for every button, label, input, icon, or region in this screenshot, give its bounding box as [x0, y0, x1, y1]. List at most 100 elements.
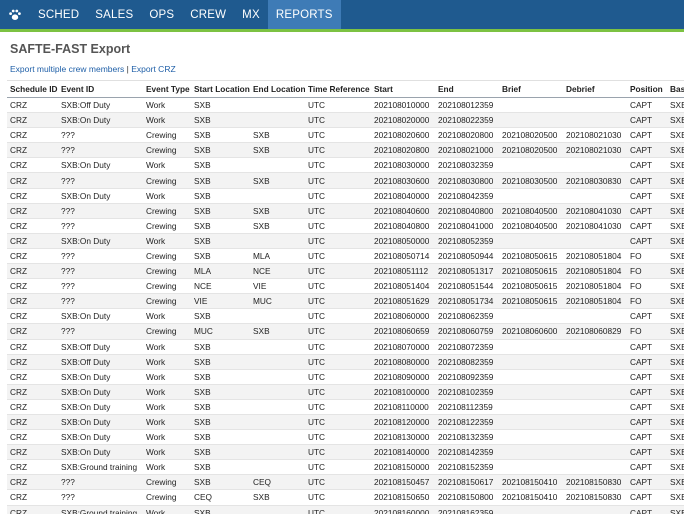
- column-header[interactable]: Time Reference: [305, 80, 371, 98]
- table-cell: SXB: [191, 504, 250, 514]
- table-row: CRZ SXB:On Duty Work SXB UTC 202108120000 2021…: [7, 413, 684, 430]
- table-body: CRZ SXB:Off Duty Work SXB UTC 202108010000 202…: [7, 96, 684, 514]
- table-cell: 202108051734: [435, 293, 499, 309]
- table-cell: Crewing: [143, 278, 191, 294]
- column-header[interactable]: Schedule ID: [7, 80, 58, 98]
- table-cell: SXB:Off Duty: [58, 96, 143, 113]
- table-cell: SXB:On Duty: [58, 383, 143, 400]
- column-header[interactable]: Event ID: [58, 80, 143, 98]
- table-cell: [250, 96, 305, 113]
- table-cell: 202108032359: [435, 157, 499, 173]
- table-cell: 202108132359: [435, 429, 499, 445]
- table-cell: UTC: [305, 444, 371, 460]
- column-header[interactable]: End: [435, 80, 499, 98]
- table-cell: Work: [143, 232, 191, 249]
- export-table-container[interactable]: Schedule ID Event ID Event Type Start Locat…: [7, 80, 684, 514]
- nav-mx[interactable]: MX: [234, 0, 268, 29]
- nav-reports[interactable]: REPORTS: [267, 0, 341, 29]
- nav-sched[interactable]: SCHED: [30, 0, 87, 29]
- table-cell: SXB: [667, 504, 684, 514]
- table-cell: ???: [58, 323, 143, 339]
- table-cell: 202108021030: [563, 142, 627, 158]
- table-cell: Crewing: [143, 489, 191, 506]
- table-cell: SXB: [191, 308, 250, 324]
- table-cell: [499, 157, 563, 173]
- table-cell: CRZ: [7, 202, 58, 219]
- export-multiple-link[interactable]: Export multiple crew members: [10, 64, 124, 74]
- export-table: Schedule ID Event ID Event Type Start Locat…: [7, 80, 684, 514]
- table-cell: [563, 232, 627, 249]
- table-cell: [250, 368, 305, 385]
- table-cell: 202108060600: [499, 323, 563, 339]
- table-cell: CAPT: [627, 398, 667, 415]
- table-cell: CAPT: [627, 444, 667, 460]
- table-row: CRZ??? Crewing SXB MLA UTC 202108050714 202108…: [7, 247, 684, 264]
- table-cell: ???: [58, 217, 143, 234]
- column-header[interactable]: Start Location: [191, 80, 250, 98]
- table-cell: UTC: [305, 429, 371, 445]
- table-cell: SXB: [667, 172, 684, 189]
- table-cell: [563, 383, 627, 400]
- table-cell: CAPT: [627, 429, 667, 445]
- table-cell: 202108120000: [371, 413, 435, 430]
- column-header[interactable]: End Location: [250, 80, 305, 98]
- export-crz-link[interactable]: Export CRZ: [131, 64, 175, 74]
- table-row: CRZ SXB:On Duty Work SXB UTC 202108130000 2021…: [7, 429, 684, 445]
- table-cell: SXB: [191, 96, 250, 113]
- table-cell: NCE: [250, 263, 305, 279]
- paw-icon[interactable]: [0, 0, 30, 29]
- table-cell: 202108062359: [435, 308, 499, 324]
- table-cell: UTC: [305, 157, 371, 173]
- table-cell: Crewing: [143, 263, 191, 279]
- table-cell: SXB: [191, 444, 250, 460]
- table-row: CRZ??? Crewing NCE VIE UTC 202108051404 202108…: [7, 278, 684, 294]
- table-row: CRZ SXB:On Duty Work SXB UTC 202108140000 2021…: [7, 444, 684, 460]
- table-cell: CRZ: [7, 232, 58, 249]
- table-cell: 202108051544: [435, 278, 499, 294]
- table-row: CRZ??? Crewing CEQ SXB UTC 202108150650 202108…: [7, 489, 684, 506]
- column-header[interactable]: Base: [667, 80, 684, 98]
- table-cell: FO: [627, 263, 667, 279]
- table-cell: UTC: [305, 172, 371, 189]
- column-header[interactable]: Brief: [499, 80, 563, 98]
- table-cell: CRZ: [7, 96, 58, 113]
- table-cell: SXB: [191, 202, 250, 219]
- table-cell: UTC: [305, 459, 371, 475]
- table-cell: FO: [627, 293, 667, 309]
- table-cell: SXB: [667, 187, 684, 204]
- table-cell: UTC: [305, 96, 371, 113]
- table-cell: SXB: [191, 383, 250, 400]
- column-header[interactable]: Debrief: [563, 80, 627, 98]
- table-cell: 202108050615: [499, 263, 563, 279]
- table-cell: 202108080000: [371, 353, 435, 370]
- table-cell: Work: [143, 504, 191, 514]
- table-cell: UTC: [305, 353, 371, 370]
- table-cell: SXB: [191, 353, 250, 370]
- table-cell: Work: [143, 383, 191, 400]
- column-header[interactable]: Start: [371, 80, 435, 98]
- table-cell: SXB: [667, 232, 684, 249]
- table-cell: CRZ: [7, 278, 58, 294]
- table-cell: SXB: [667, 459, 684, 475]
- table-cell: CAPT: [627, 172, 667, 189]
- table-cell: [250, 112, 305, 128]
- table-cell: SXB:On Duty: [58, 308, 143, 324]
- column-header[interactable]: Event Type: [143, 80, 191, 98]
- table-cell: UTC: [305, 142, 371, 158]
- table-cell: SXB: [667, 383, 684, 400]
- nav-sales[interactable]: SALES: [87, 0, 141, 29]
- table-cell: ???: [58, 489, 143, 506]
- table-cell: [250, 398, 305, 415]
- nav-crew[interactable]: CREW: [182, 0, 234, 29]
- table-cell: SXB: [191, 459, 250, 475]
- table-row: CRZ SXB:Off Duty Work SXB UTC 202108010000 202…: [7, 96, 684, 113]
- table-cell: SXB: [667, 444, 684, 460]
- table-cell: UTC: [305, 323, 371, 339]
- nav-ops[interactable]: OPS: [141, 0, 182, 29]
- table-cell: CAPT: [627, 353, 667, 370]
- table-cell: [499, 413, 563, 430]
- table-cell: SXB: [667, 247, 684, 264]
- table-cell: 202108162359: [435, 504, 499, 514]
- column-header[interactable]: Position: [627, 80, 667, 98]
- table-cell: UTC: [305, 338, 371, 355]
